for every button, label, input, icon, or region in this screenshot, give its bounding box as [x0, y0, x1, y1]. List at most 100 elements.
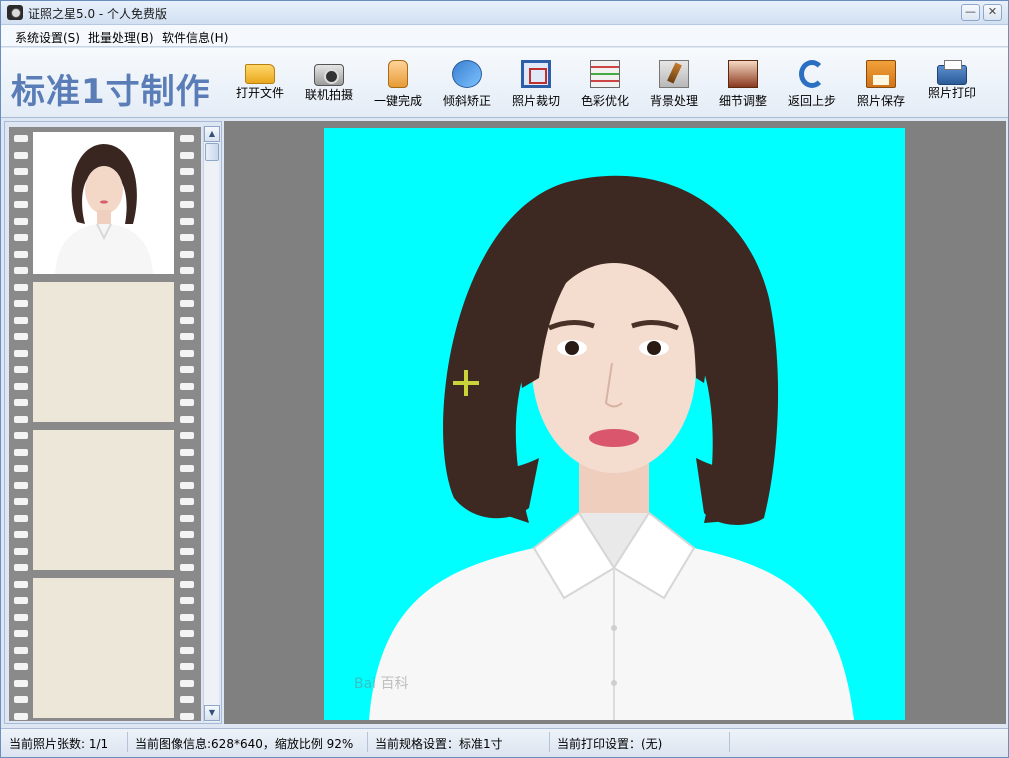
status-image-info: 当前图像信息:628*640，缩放比例 92%: [135, 737, 354, 751]
status-bar: 当前照片张数: 1/1 当前图像信息:628*640，缩放比例 92% 当前规格…: [1, 728, 1008, 757]
thumbnail-photo-1[interactable]: [33, 132, 174, 274]
filmstrip-panel: ▲ ▼: [4, 121, 222, 724]
sprocket-hole: [180, 151, 194, 159]
sprocket-hole: [14, 135, 28, 142]
sprocket-hole: [180, 663, 194, 670]
status-divider: [729, 732, 730, 752]
sprocket-hole: [14, 564, 28, 571]
sprocket-hole: [180, 283, 194, 291]
sprocket-hole: [180, 184, 194, 192]
rotate-icon: [452, 60, 482, 88]
sprocket-hole: [180, 498, 194, 505]
detail-adjust-button[interactable]: 细节调整: [710, 60, 776, 110]
background-process-button[interactable]: 背景处理: [641, 60, 707, 110]
photo-print-button[interactable]: 照片打印: [919, 60, 985, 110]
sprocket-hole: [180, 300, 194, 307]
tilt-correct-label: 倾斜矫正: [442, 94, 491, 108]
open-file-label: 打开文件: [235, 86, 284, 100]
portrait-photo: [324, 128, 905, 720]
histogram-icon: [728, 60, 758, 88]
sprocket-hole: [14, 349, 28, 357]
photo-save-button[interactable]: 照片保存: [848, 60, 914, 110]
sprocket-hole: [180, 201, 194, 208]
sprocket-hole: [14, 217, 28, 225]
toolbar: 标准1寸制作 打开文件 联机拍摄 一键完成 倾斜矫正 照片裁切 色彩优化 背景处…: [1, 48, 1008, 118]
crop-icon: [521, 60, 551, 88]
sprocket-hole: [14, 234, 28, 241]
thumbnail-slot-2[interactable]: [33, 282, 174, 422]
sprocket-hole: [180, 135, 194, 142]
sprocket-hole: [14, 580, 28, 588]
scroll-up-button[interactable]: ▲: [204, 126, 220, 142]
thumbnail-slot-4[interactable]: [33, 578, 174, 718]
sprocket-hole: [180, 465, 194, 472]
status-print-setting: 当前打印设置：(无): [557, 737, 663, 751]
online-capture-button[interactable]: 联机拍摄: [296, 60, 362, 110]
photo-watermark: Bai 百科: [354, 676, 409, 692]
color-optimize-button[interactable]: 色彩优化: [572, 60, 638, 110]
menu-software-info[interactable]: 软件信息(H): [162, 29, 228, 46]
sprocket-hole: [14, 399, 28, 406]
sprocket-hole: [14, 663, 28, 670]
scroll-down-button[interactable]: ▼: [204, 705, 220, 721]
sprocket-hole: [180, 250, 194, 258]
sprocket-hole: [180, 415, 194, 423]
sprocket-hole: [180, 580, 194, 588]
sprocket-hole: [180, 630, 194, 637]
open-file-button[interactable]: 打开文件: [227, 60, 293, 110]
sprocket-hole: [14, 613, 28, 621]
sprocket-hole: [14, 283, 28, 291]
sprocket-hole: [14, 168, 28, 175]
undo-button[interactable]: 返回上步: [779, 60, 845, 110]
sprocket-hole: [180, 514, 194, 522]
camera-app-icon: [7, 5, 23, 20]
photo-viewer: Bai 百科: [224, 121, 1006, 724]
brush-icon: [659, 60, 689, 88]
status-divider: [367, 732, 368, 752]
sprocket-holes-right: [180, 127, 194, 721]
one-click-button[interactable]: 一键完成: [365, 60, 431, 110]
menu-bar: 系统设置(S) 批量处理(B) 软件信息(H): [1, 25, 1008, 47]
color-adjust-icon: [590, 60, 620, 88]
sprocket-hole: [14, 201, 28, 208]
sprocket-hole: [14, 630, 28, 637]
menu-system-settings[interactable]: 系统设置(S): [15, 29, 80, 46]
sprocket-hole: [14, 696, 28, 703]
scroll-thumb[interactable]: [205, 143, 219, 161]
photo-print-label: 照片打印: [927, 86, 976, 100]
sprocket-hole: [180, 333, 194, 340]
thumbnail-slot-3[interactable]: [33, 430, 174, 570]
sprocket-hole: [180, 432, 194, 439]
sprocket-hole: [14, 300, 28, 307]
sprocket-hole: [14, 250, 28, 258]
app-window: 证照之星5.0 - 个人免费版 — ✕ 系统设置(S) 批量处理(B) 软件信息…: [0, 0, 1009, 758]
minimize-button[interactable]: —: [961, 4, 980, 21]
close-button[interactable]: ✕: [983, 4, 1002, 21]
photo-save-label: 照片保存: [856, 94, 905, 108]
sprocket-hole: [180, 316, 194, 324]
sprocket-hole: [14, 498, 28, 505]
detail-adjust-label: 细节调整: [718, 94, 767, 108]
title-bar: 证照之星5.0 - 个人免费版 — ✕: [1, 1, 1008, 25]
sprocket-hole: [14, 267, 28, 274]
photo-crop-button[interactable]: 照片裁切: [503, 60, 569, 110]
edited-photo[interactable]: Bai 百科: [324, 128, 905, 720]
crosshair-marker[interactable]: [453, 370, 479, 396]
sprocket-hole: [14, 646, 28, 654]
sprocket-hole: [14, 448, 28, 456]
sprocket-hole: [14, 316, 28, 324]
tilt-correct-button[interactable]: 倾斜矫正: [434, 60, 500, 110]
sprocket-hole: [14, 333, 28, 340]
filmstrip-scrollbar[interactable]: ▲ ▼: [203, 126, 220, 722]
sprocket-hole: [14, 415, 28, 423]
sprocket-hole: [180, 531, 194, 538]
menu-batch-processing[interactable]: 批量处理(B): [88, 29, 154, 46]
sprocket-hole: [14, 547, 28, 555]
sprocket-hole: [14, 597, 28, 604]
window-title: 证照之星5.0 - 个人免费版: [28, 7, 168, 21]
folder-icon: [245, 64, 275, 84]
sprocket-hole: [180, 679, 194, 687]
sprocket-hole: [180, 234, 194, 241]
sprocket-hole: [180, 481, 194, 489]
status-photo-count: 当前照片张数: 1/1: [9, 737, 109, 751]
